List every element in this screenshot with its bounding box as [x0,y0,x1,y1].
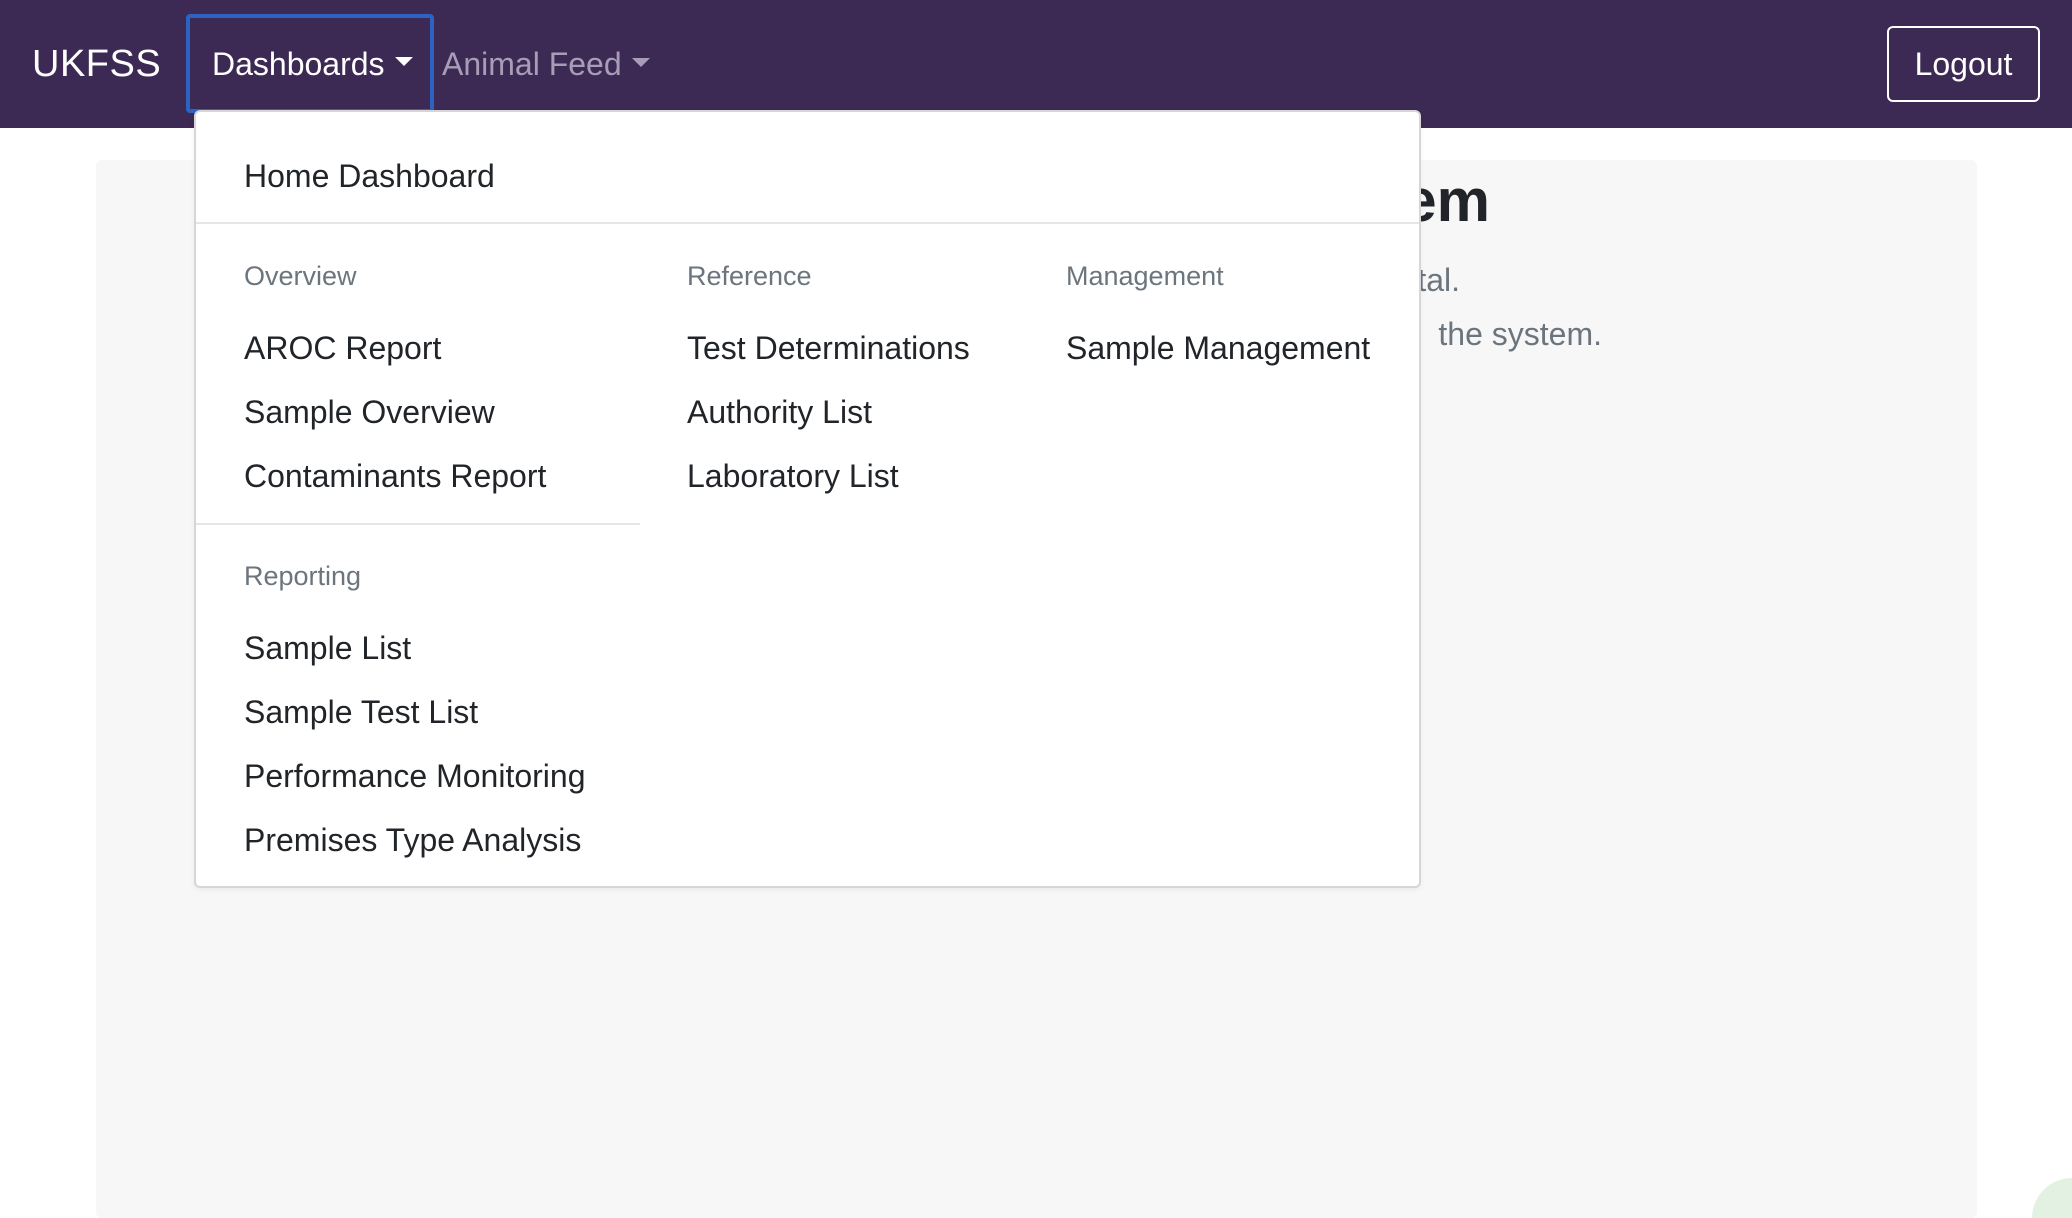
menu-header-overview: Overview [244,261,357,291]
menu-item-home-dashboard[interactable]: Home Dashboard [244,154,495,198]
menu-item-performance-monitoring[interactable]: Performance Monitoring [244,754,585,798]
menu-item-premises-type-analysis[interactable]: Premises Type Analysis [244,818,581,862]
caret-down-icon [631,57,650,67]
menu-item-laboratory-list[interactable]: Laboratory List [687,454,899,498]
menu-item-authority-list[interactable]: Authority List [687,390,872,434]
menu-item-sample-overview[interactable]: Sample Overview [244,390,495,434]
logout-button[interactable]: Logout [1887,26,2040,102]
menu-divider [196,523,640,525]
menu-item-sample-management[interactable]: Sample Management [1066,326,1370,370]
menu-header-management: Management [1066,261,1224,291]
caret-down-icon [394,57,413,66]
page: UKFSS Dashboards Animal Feed Logout em t… [0,0,2072,1218]
top-navbar: UKFSS Dashboards Animal Feed Logout [0,0,2072,128]
menu-header-reference: Reference [687,261,812,291]
menu-header-reporting: Reporting [244,561,362,591]
menu-item-test-determinations[interactable]: Test Determinations [687,326,970,370]
dashboards-dropdown-menu: Home Dashboard Overview AROC Report Samp… [194,110,1421,888]
menu-item-sample-test-list[interactable]: Sample Test List [244,690,478,734]
menu-item-sample-list[interactable]: Sample List [244,626,411,670]
brand-logo[interactable]: UKFSS [32,38,161,90]
animal-feed-label: Animal Feed [442,46,622,82]
animal-feed-menu-toggle[interactable]: Animal Feed [442,41,650,87]
menu-item-aroc-report[interactable]: AROC Report [244,326,441,370]
menu-divider [196,222,1419,224]
corner-decoration [2032,1178,2072,1218]
menu-item-contaminants-report[interactable]: Contaminants Report [244,454,546,498]
dashboards-label: Dashboards [212,45,385,82]
dashboards-menu-toggle[interactable]: Dashboards [186,14,434,113]
